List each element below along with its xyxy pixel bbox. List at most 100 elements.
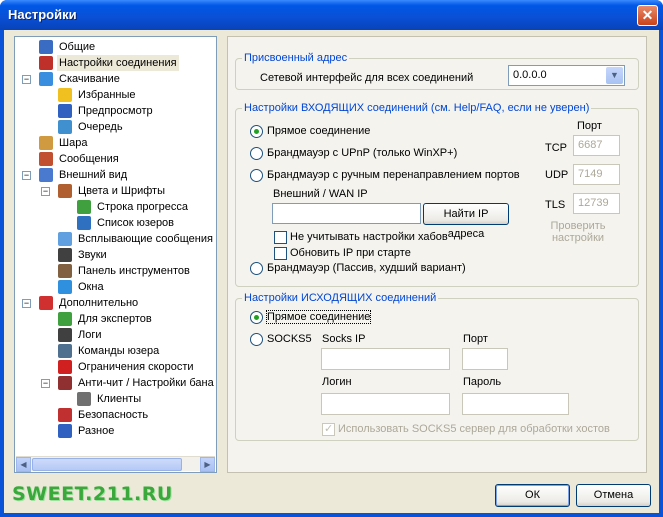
tree-node-icon bbox=[58, 280, 72, 295]
tree-item[interactable]: Разное bbox=[58, 423, 114, 439]
tree-expander-icon[interactable]: − bbox=[22, 299, 31, 308]
no-hub-settings-label[interactable]: Не учитывать настройки хабов bbox=[290, 231, 448, 243]
tree-item-label: Команды юзера bbox=[78, 345, 160, 357]
tree-node-icon bbox=[39, 136, 53, 151]
tcp-label: TCP bbox=[545, 142, 567, 154]
tree-node-icon bbox=[58, 328, 72, 343]
tree-item-label: Внешний вид bbox=[59, 169, 128, 181]
chevron-down-icon[interactable]: ▼ bbox=[606, 67, 623, 84]
tree-item[interactable]: Логи bbox=[58, 327, 102, 343]
tree-expander-icon[interactable]: − bbox=[22, 75, 31, 84]
check-settings-link[interactable]: Проверить настройки bbox=[548, 220, 608, 244]
tree-item[interactable]: Список юзеров bbox=[77, 215, 174, 231]
tree-item[interactable]: Звуки bbox=[58, 247, 107, 263]
scroll-right-icon[interactable]: ▶ bbox=[200, 457, 215, 472]
outgoing-direct-radio[interactable] bbox=[250, 311, 263, 324]
tree-node-icon bbox=[58, 232, 72, 247]
tree-item-label: Безопасность bbox=[78, 409, 149, 421]
incoming-manual-label[interactable]: Брандмауэр с ручным перенаправлением пор… bbox=[267, 169, 520, 181]
find-ip-button[interactable]: Найти IP адреса bbox=[423, 203, 509, 240]
use-socks-hosts-label[interactable]: Использовать SOCKS5 сервер для обработки… bbox=[338, 423, 610, 435]
tree-item-label: Анти-чит / Настройки бана bbox=[78, 377, 214, 389]
outgoing-direct-label[interactable]: Прямое соединение bbox=[265, 310, 372, 324]
outgoing-socks5-radio[interactable] bbox=[250, 333, 263, 346]
use-socks-hosts-checkbox[interactable] bbox=[322, 422, 335, 436]
udp-label: UDP bbox=[545, 169, 569, 181]
tree-item[interactable]: Анти-чит / Настройки бана bbox=[58, 375, 214, 391]
tree-horizontal-scrollbar[interactable]: ◀ ▶ bbox=[16, 456, 215, 472]
outgoing-socks5-label[interactable]: SOCKS5 bbox=[267, 333, 312, 345]
incoming-upnp-label[interactable]: Брандмауэр с UPnP (только WinXP+) bbox=[267, 147, 457, 159]
no-hub-settings-checkbox[interactable] bbox=[274, 231, 287, 244]
tree-item[interactable]: Сообщения bbox=[39, 151, 119, 167]
tree-expander-icon[interactable]: − bbox=[41, 379, 50, 388]
incoming-upnp-radio[interactable] bbox=[250, 147, 263, 160]
interface-select[interactable]: 0.0.0.0 ▼ bbox=[508, 65, 625, 86]
tree-node-icon bbox=[58, 264, 72, 279]
tree-item[interactable]: Ограничения скорости bbox=[58, 359, 194, 375]
incoming-passive-radio[interactable] bbox=[250, 262, 263, 275]
interface-label: Сетевой интерфейс для всех соединений bbox=[260, 72, 474, 84]
tls-label: TLS bbox=[545, 199, 566, 211]
tree-node-icon bbox=[58, 312, 72, 327]
incoming-passive-label[interactable]: Брандмауэр (Пассив, худший вариант) bbox=[267, 262, 466, 274]
socks-ip-input[interactable] bbox=[321, 348, 450, 370]
tree-item[interactable]: Дополнительно bbox=[39, 295, 138, 311]
tree-item[interactable]: Цвета и Шрифты bbox=[58, 183, 165, 199]
tree-item-label: Дополнительно bbox=[59, 297, 139, 309]
tree-expander-icon[interactable]: − bbox=[41, 187, 50, 196]
tree-item-label: Для экспертов bbox=[78, 313, 152, 325]
ports-header: Порт bbox=[577, 120, 602, 132]
tree-node-icon bbox=[77, 200, 91, 215]
tree-item[interactable]: Всплывающие сообщения bbox=[58, 231, 213, 247]
tree-expander-icon[interactable]: − bbox=[22, 171, 31, 180]
socks-port-label: Порт bbox=[463, 333, 488, 345]
tree-item[interactable]: Скачивание bbox=[39, 71, 120, 87]
update-ip-checkbox[interactable] bbox=[274, 247, 287, 260]
tree-item[interactable]: Предпросмотр bbox=[58, 103, 153, 119]
tree-item[interactable]: Безопасность bbox=[58, 407, 148, 423]
tree-item[interactable]: Клиенты bbox=[77, 391, 141, 407]
site-logo: SWEET.211.RU bbox=[12, 483, 173, 505]
update-ip-label[interactable]: Обновить IP при старте bbox=[290, 247, 411, 259]
tree-item[interactable]: Строка прогресса bbox=[77, 199, 188, 215]
scroll-left-icon[interactable]: ◀ bbox=[16, 457, 31, 472]
scroll-thumb[interactable] bbox=[32, 458, 182, 471]
tree-item[interactable]: Общие bbox=[39, 39, 95, 55]
tree-item-label: Цвета и Шрифты bbox=[78, 185, 165, 197]
tree-node-icon bbox=[58, 376, 72, 391]
title-bar[interactable]: Настройки ✕ bbox=[0, 0, 663, 30]
tree-node-icon bbox=[39, 40, 53, 55]
socks-login-input[interactable] bbox=[321, 393, 450, 415]
tree-item-label: Строка прогресса bbox=[97, 201, 189, 213]
tree-item[interactable]: Панель инструментов bbox=[58, 263, 190, 279]
settings-window: Настройки ✕ Общие Настройки соединения − Ск… bbox=[0, 0, 663, 517]
tree-node-icon bbox=[77, 216, 91, 231]
close-icon[interactable]: ✕ bbox=[637, 5, 658, 26]
tree-item[interactable]: Очередь bbox=[58, 119, 123, 135]
tree-node-icon bbox=[58, 248, 72, 263]
connection-settings-panel: Присвоенный адрес Сетевой интерфейс для … bbox=[227, 36, 647, 473]
interface-value: 0.0.0.0 bbox=[513, 69, 547, 81]
udp-port-input[interactable]: 7149 bbox=[573, 164, 620, 185]
tls-port-input[interactable]: 12739 bbox=[573, 193, 620, 214]
tree-node-icon bbox=[39, 56, 53, 71]
cancel-button[interactable]: Отмена bbox=[576, 484, 651, 507]
tree-item[interactable]: Настройки соединения bbox=[39, 55, 179, 71]
tree-item[interactable]: Внешний вид bbox=[39, 167, 127, 183]
socks-password-input[interactable] bbox=[462, 393, 569, 415]
tree-item[interactable]: Окна bbox=[58, 279, 104, 295]
incoming-manual-radio[interactable] bbox=[250, 169, 263, 182]
incoming-direct-label[interactable]: Прямое соединение bbox=[267, 125, 370, 137]
tcp-port-input[interactable]: 6687 bbox=[573, 135, 620, 156]
tree-item[interactable]: Команды юзера bbox=[58, 343, 159, 359]
tree-item[interactable]: Шара bbox=[39, 135, 87, 151]
tree-node-icon bbox=[39, 296, 53, 311]
ok-button[interactable]: ОК bbox=[495, 484, 570, 507]
incoming-direct-radio[interactable] bbox=[250, 125, 263, 138]
socks-port-input[interactable] bbox=[462, 348, 508, 370]
wan-ip-input[interactable] bbox=[272, 203, 421, 224]
tree-item-label: Окна bbox=[78, 281, 104, 293]
tree-item[interactable]: Для экспертов bbox=[58, 311, 152, 327]
tree-item[interactable]: Избранные bbox=[58, 87, 136, 103]
